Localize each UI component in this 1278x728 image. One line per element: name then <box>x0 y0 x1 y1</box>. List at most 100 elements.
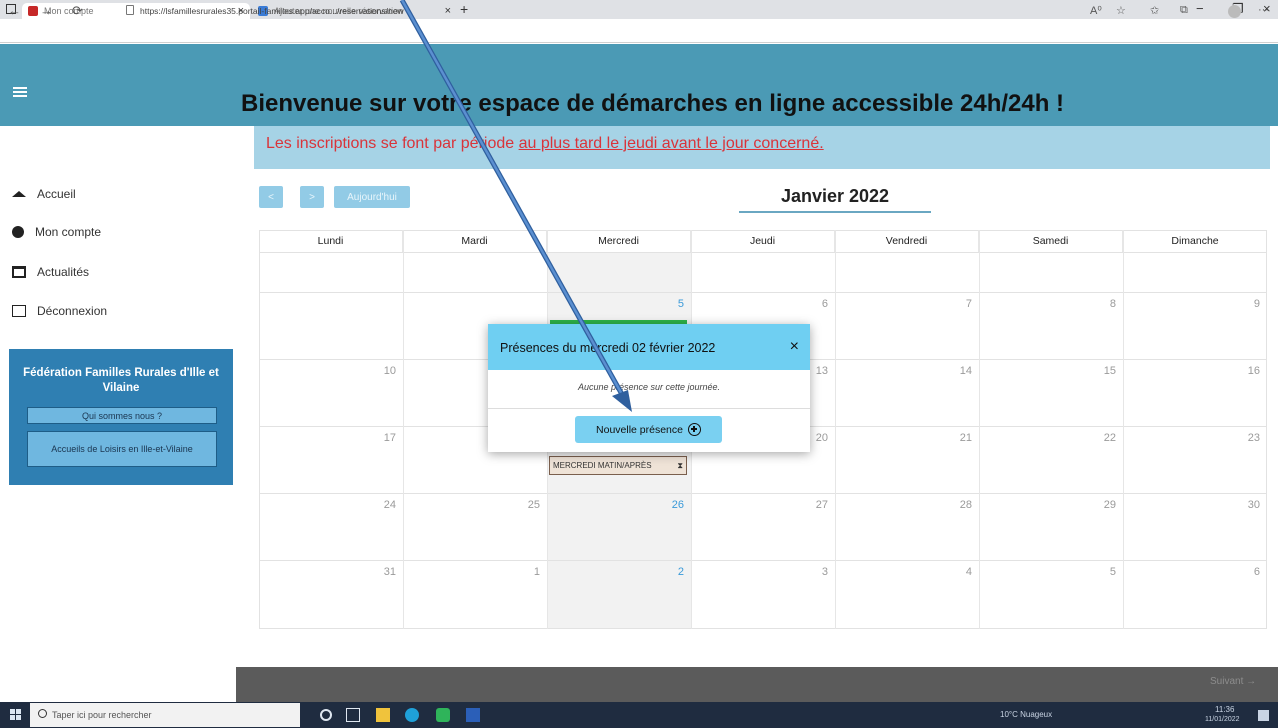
app-icon[interactable] <box>436 708 450 722</box>
sidebar-item-label: Actualités <box>37 265 90 279</box>
day-number[interactable]: 26 <box>654 499 684 511</box>
event-label: MERCREDI MATIN/APRÈS <box>553 461 652 470</box>
weekday-header: Samedi <box>979 230 1123 252</box>
day-number[interactable]: 23 <box>1230 432 1260 444</box>
close-icon[interactable]: × <box>790 338 799 356</box>
page-info-icon[interactable] <box>126 5 134 15</box>
day-number[interactable]: 21 <box>942 432 972 444</box>
new-presence-label: Nouvelle présence <box>596 423 683 436</box>
day-number[interactable]: 22 <box>1086 432 1116 444</box>
day-number[interactable]: 30 <box>1230 499 1260 511</box>
cortana-icon[interactable] <box>320 709 332 721</box>
minimize-icon[interactable]: − <box>1196 1 1204 16</box>
sidebar-item-actualites[interactable]: Actualités <box>12 262 89 282</box>
favorites-icon[interactable]: ✩ <box>1150 4 1159 17</box>
sidebar-item-accueil[interactable]: Accueil <box>12 184 76 204</box>
clock-time[interactable]: 11:36 <box>1215 705 1234 714</box>
home-icon <box>12 191 26 197</box>
shield-icon <box>28 6 38 16</box>
windows-start-icon[interactable] <box>10 709 22 721</box>
weekday-header: Jeudi <box>691 230 835 252</box>
back-icon[interactable]: ← <box>8 3 21 18</box>
day-number[interactable]: 16 <box>1230 365 1260 377</box>
modal-divider <box>488 408 810 409</box>
day-number[interactable]: 10 <box>366 365 396 377</box>
info-text: Les inscriptions se font par période au … <box>266 135 824 152</box>
day-number[interactable]: 14 <box>942 365 972 377</box>
qui-sommes-nous-button[interactable]: Qui sommes nous ? <box>27 407 217 424</box>
file-explorer-icon[interactable] <box>376 708 390 722</box>
edge-icon[interactable] <box>405 708 419 722</box>
grid-line <box>1123 230 1124 629</box>
today-button[interactable]: Aujourd'hui <box>334 186 410 208</box>
day-number[interactable]: 9 <box>1230 298 1260 310</box>
forward-icon[interactable]: → <box>40 3 53 18</box>
month-title: Janvier 2022 <box>780 186 890 206</box>
day-number[interactable]: 7 <box>942 298 972 310</box>
day-number[interactable]: 17 <box>366 432 396 444</box>
day-number[interactable]: 2 <box>654 566 684 578</box>
weekday-header: Vendredi <box>835 230 979 252</box>
grid-line <box>979 230 980 629</box>
weekday-header: Dimanche <box>1171 235 1219 247</box>
day-number[interactable]: 5 <box>654 298 684 310</box>
url-field[interactable]: https://lsfamillesrurales35.portail-fami… <box>140 6 404 16</box>
day-number[interactable]: 6 <box>1230 566 1260 578</box>
weather-status[interactable]: 10°C Nuageux <box>1000 710 1052 719</box>
day-number[interactable]: 28 <box>942 499 972 511</box>
grid-line <box>835 230 836 629</box>
info-link[interactable]: au plus tard le jeudi avant le jour conc… <box>519 135 824 152</box>
day-number[interactable]: 3 <box>798 566 828 578</box>
hamburger-icon[interactable] <box>13 87 27 97</box>
hourglass-icon: ⧗ <box>677 460 683 470</box>
accueils-de-loisirs-button[interactable]: Accueils de Loisirs en Ille-et-Vilaine <box>27 431 217 467</box>
word-icon[interactable] <box>466 708 480 722</box>
day-number[interactable]: 8 <box>1086 298 1116 310</box>
clock-date[interactable]: 11/01/2022 <box>1205 716 1240 723</box>
day-number[interactable]: 5 <box>1086 566 1116 578</box>
prev-month-button[interactable]: < <box>259 186 283 208</box>
next-button[interactable]: Suivant → <box>1210 676 1256 687</box>
day-number[interactable]: 6 <box>798 298 828 310</box>
day-number[interactable]: 25 <box>510 499 540 511</box>
weekday-header: Lundi <box>259 230 403 252</box>
next-month-button[interactable]: > <box>300 186 324 208</box>
collections-icon[interactable]: ⧉ <box>1180 4 1188 17</box>
sidebar-item-label: Mon compte <box>35 225 102 239</box>
footer-bar <box>236 667 1278 702</box>
read-aloud-icon[interactable]: A⁰ <box>1090 4 1102 17</box>
presence-modal: Présences du mercredi 02 février 2022 × … <box>488 324 810 452</box>
favorite-icon[interactable]: ☆ <box>1116 4 1126 17</box>
sidebar-item-mon-compte[interactable]: Mon compte <box>12 222 101 242</box>
day-number[interactable]: 4 <box>942 566 972 578</box>
sidebar-item-label: Déconnexion <box>37 304 108 318</box>
day-number[interactable]: 15 <box>1086 365 1116 377</box>
day-number[interactable]: 24 <box>366 499 396 511</box>
more-icon[interactable]: ··· <box>1258 4 1269 16</box>
month-underline <box>739 211 931 213</box>
news-icon <box>12 266 26 278</box>
sidebar-item-deconnexion[interactable]: Déconnexion <box>12 301 107 321</box>
modal-title: Présences du mercredi 02 février 2022 <box>500 341 716 355</box>
plus-circle-icon <box>687 423 701 436</box>
profile-avatar[interactable] <box>1228 5 1241 18</box>
day-number[interactable]: 1 <box>510 566 540 578</box>
new-presence-button[interactable]: Nouvelle présence <box>575 416 722 443</box>
new-tab-button[interactable]: + <box>460 1 468 17</box>
grid-line <box>259 292 1267 293</box>
address-bar <box>0 19 1278 43</box>
day-number[interactable]: 31 <box>366 566 396 578</box>
notifications-icon[interactable] <box>1258 710 1269 721</box>
user-icon <box>12 226 24 238</box>
refresh-icon[interactable]: ⟳ <box>72 3 83 19</box>
weekday-header: Mercredi <box>547 230 691 252</box>
day-number[interactable]: 27 <box>798 499 828 511</box>
grid-line <box>403 230 404 629</box>
task-view-icon[interactable] <box>346 708 360 722</box>
calendar-event-tag[interactable]: MERCREDI MATIN/APRÈS ⧗ <box>549 456 687 475</box>
taskbar-search-placeholder: Taper ici pour rechercher <box>52 710 152 720</box>
tab-close-icon[interactable]: × <box>445 5 451 17</box>
logo-area <box>8 126 232 172</box>
day-number[interactable]: 29 <box>1086 499 1116 511</box>
weekday-header: Mardi <box>403 230 547 252</box>
